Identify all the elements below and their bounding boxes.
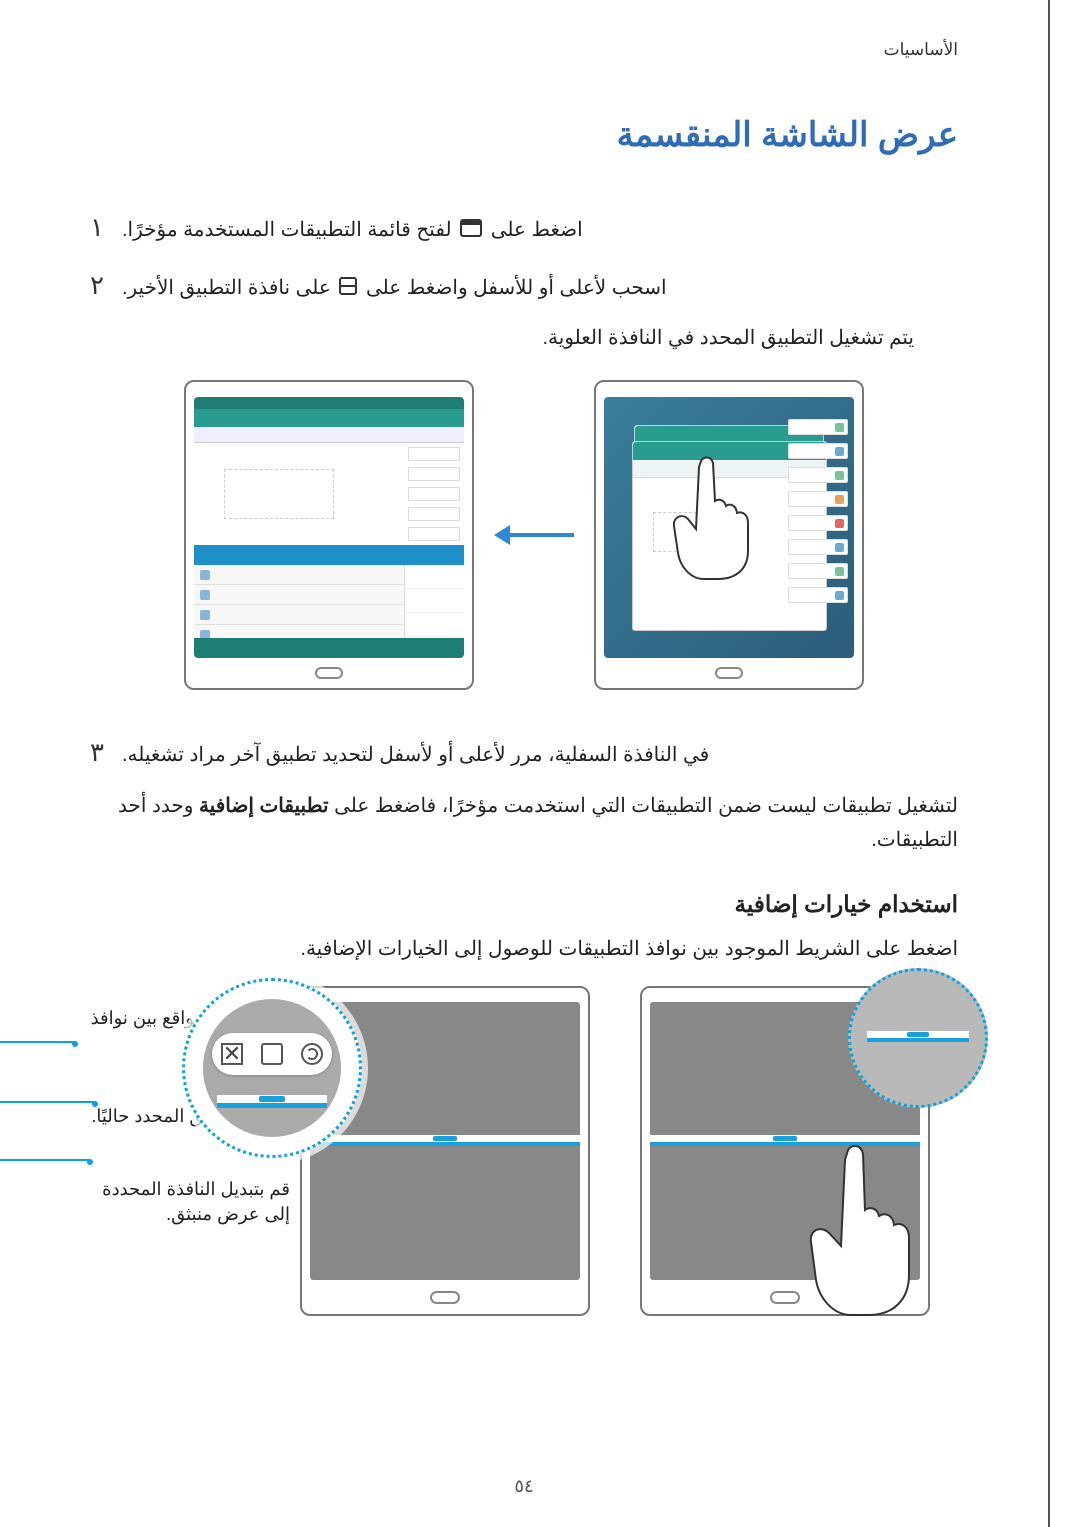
header-section: الأساسيات — [90, 40, 958, 60]
step2-num: ٢ — [90, 263, 104, 307]
page-number: ٥٤ — [514, 1476, 533, 1497]
swap-icon — [301, 1043, 323, 1065]
callout-popup: قم بتبديل النافذة المحددة إلى عرض منبثق. — [90, 1177, 290, 1227]
step-2: اسحب لأعلى أو للأسفل واضغط على على نافذة… — [90, 263, 958, 307]
step3-sub: لتشغيل تطبيقات ليست ضمن التطبيقات التي ا… — [90, 789, 958, 857]
arrow-left-icon — [494, 525, 574, 545]
hand-icon — [803, 1140, 913, 1320]
illustration-split-flow — [90, 380, 958, 690]
illustration-options: قم بتبديل المواقع بين نوافذ التطبيقات. إ… — [90, 986, 958, 1316]
recents-icon — [460, 214, 482, 248]
step1-text-b: لفتح قائمة التطبيقات المستخدمة مؤخرًا. — [122, 219, 452, 241]
close-icon: ✕ — [221, 1043, 243, 1065]
tablet-result — [184, 380, 474, 690]
step2-text-b: على نافذة التطبيق الأخير. — [122, 277, 331, 299]
step2-text-a: اسحب لأعلى أو للأسفل واضغط على — [366, 277, 667, 299]
popup-icon — [261, 1043, 283, 1065]
step3-text: في النافذة السفلية، مرر لأعلى أو لأسفل ل… — [122, 738, 709, 772]
section2-para: اضغط على الشريط الموجود بين نوافذ التطبي… — [90, 932, 958, 966]
hand-icon — [666, 451, 756, 581]
step-3: في النافذة السفلية، مرر لأعلى أو لأسفل ل… — [90, 730, 958, 774]
magnifier-left: ✕ — [182, 978, 362, 1158]
tablet-options-left: ✕ — [300, 986, 590, 1316]
split-icon — [339, 272, 357, 306]
tablet-options-right — [640, 986, 930, 1316]
step3-num: ٣ — [90, 730, 104, 774]
step-1: اضغط على لفتح قائمة التطبيقات المستخدمة … — [90, 205, 958, 249]
page-title: عرض الشاشة المنقسمة — [90, 115, 958, 155]
step1-text-a: اضغط على — [491, 219, 583, 241]
section2-title: استخدام خيارات إضافية — [90, 891, 958, 918]
tablet-recents — [594, 380, 864, 690]
step2-sub: يتم تشغيل التطبيق المحدد في النافذة العل… — [90, 321, 958, 355]
magnifier-right — [848, 968, 988, 1108]
step1-num: ١ — [90, 205, 104, 249]
